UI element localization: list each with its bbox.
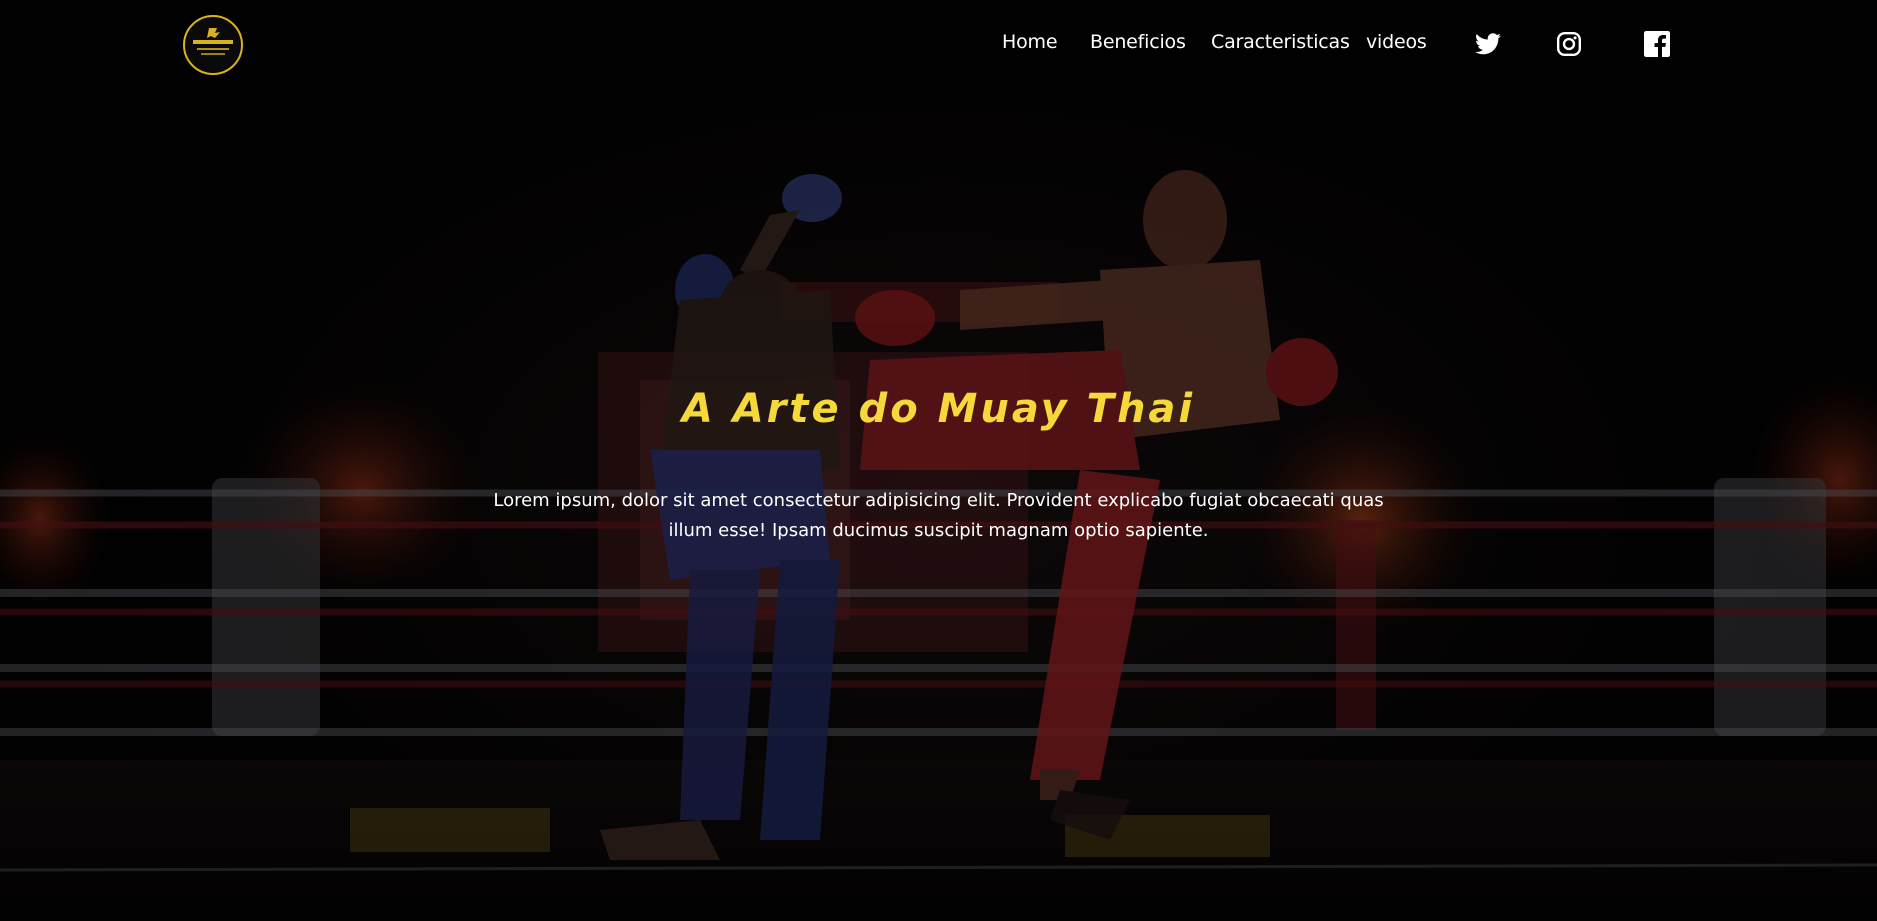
nav-link-home[interactable]: Home bbox=[1002, 31, 1058, 53]
nav-link-caracteristicas[interactable]: Caracteristicas bbox=[1211, 31, 1350, 53]
nav-link-beneficios[interactable]: Beneficios bbox=[1090, 31, 1186, 53]
hero-title: A Arte do Muay Thai bbox=[681, 386, 1196, 432]
hero-dark-overlay bbox=[0, 0, 1877, 921]
hero-section: Home Beneficios Caracteristicas videos A… bbox=[0, 0, 1877, 921]
nav-link-videos[interactable]: videos bbox=[1366, 31, 1427, 53]
instagram-icon bbox=[1556, 31, 1582, 57]
instagram-link[interactable] bbox=[1555, 30, 1583, 58]
logo-emblem-icon bbox=[193, 28, 233, 55]
hero-description: Lorem ipsum, dolor sit amet consectetur … bbox=[493, 490, 1384, 541]
twitter-link[interactable] bbox=[1474, 30, 1502, 58]
facebook-link[interactable] bbox=[1643, 30, 1671, 58]
navbar: Home Beneficios Caracteristicas videos bbox=[0, 0, 1877, 88]
twitter-icon bbox=[1475, 33, 1501, 55]
facebook-icon bbox=[1644, 31, 1670, 57]
logo[interactable] bbox=[183, 15, 243, 75]
